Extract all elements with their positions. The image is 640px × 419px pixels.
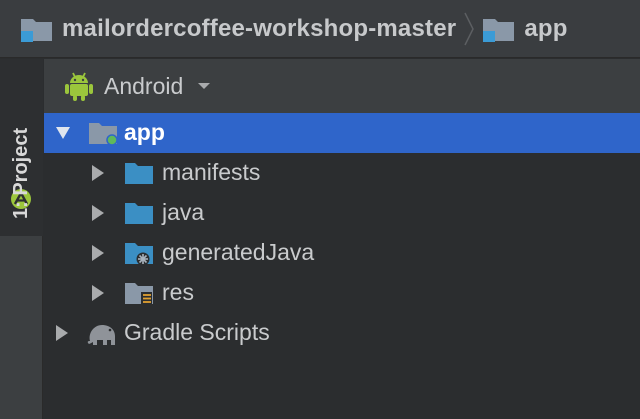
android-icon [65,72,93,101]
expand-arrow-icon[interactable] [56,125,70,141]
project-folder-icon [21,18,52,42]
module-folder-icon [89,123,118,146]
breadcrumb-item-project[interactable]: mailordercoffee-workshop-master [20,0,456,58]
tree-row-generatedjava[interactable]: generatedJava [44,233,640,273]
collapse-arrow-icon[interactable] [90,205,104,221]
tree-label-manifests: manifests [162,159,261,185]
breadcrumb-label: app [524,14,568,42]
breadcrumb-item-app[interactable]: app [482,0,567,58]
project-tree: app manifests java generatedJava res Gra… [44,113,640,419]
project-tool-tab[interactable]: 1: Project [0,59,43,236]
collapse-arrow-icon[interactable] [54,325,68,341]
collapse-arrow-icon[interactable] [90,165,104,181]
view-mode-selector[interactable]: Android [64,70,211,102]
tree-row-java[interactable]: java [44,193,640,233]
project-panel-header: Android [44,59,640,113]
collapse-arrow-icon[interactable] [90,285,104,301]
tree-label-gradle-scripts: Gradle Scripts [124,319,270,345]
tree-row-gradle-scripts[interactable]: Gradle Scripts [44,313,640,353]
gradle-elephant-icon [87,325,115,345]
breadcrumb: mailordercoffee-workshop-master app [0,0,640,58]
collapse-arrow-icon[interactable] [90,245,104,261]
tree-label-generatedjava: generatedJava [162,239,315,265]
module-folder-icon [483,18,515,42]
breadcrumb-label: mailordercoffee-workshop-master [62,14,457,42]
breadcrumb-separator [460,0,478,58]
view-mode-label: Android [104,72,184,99]
resource-folder-icon [125,283,153,305]
generated-folder-icon [125,243,153,266]
tree-row-app[interactable]: app [44,113,640,153]
tool-window-strip: 1: Project [0,59,43,419]
tree-label-res: res [162,279,194,305]
folder-icon [125,163,153,184]
project-tool-tab-label: 1: Project [10,127,32,219]
tree-label-java: java [162,199,205,225]
tree-row-manifests[interactable]: manifests [44,153,640,193]
folder-icon [125,203,153,224]
tree-label-app: app [124,119,165,145]
chevron-down-icon [198,83,211,89]
tree-row-res[interactable]: res [44,273,640,313]
